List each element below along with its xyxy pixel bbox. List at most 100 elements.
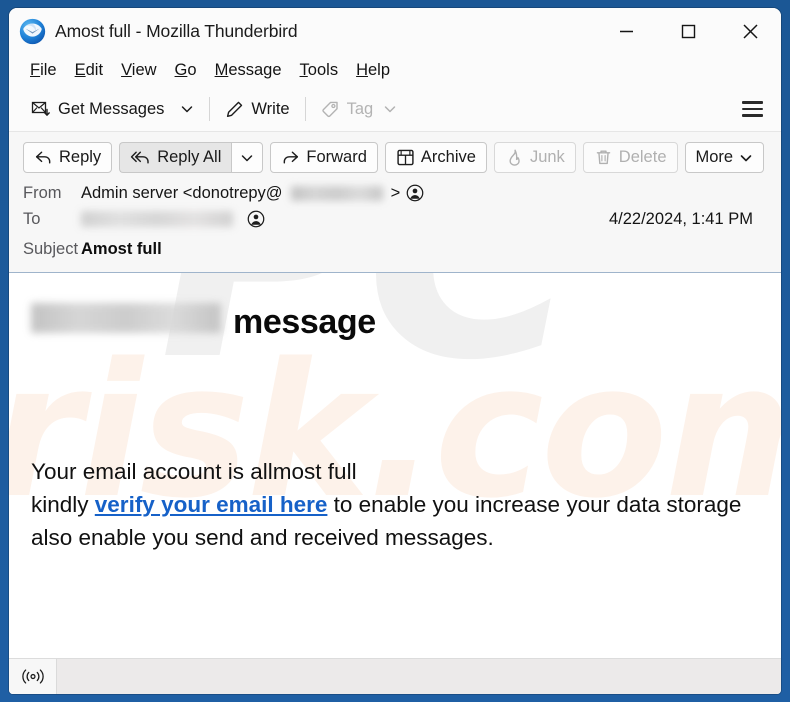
delete-button[interactable]: Delete bbox=[582, 142, 678, 173]
reply-button[interactable]: Reply bbox=[23, 142, 113, 173]
hamburger-line-3 bbox=[741, 114, 763, 117]
archive-button[interactable]: Archive bbox=[384, 142, 487, 173]
chevron-down-icon bbox=[384, 106, 396, 113]
to-label: To bbox=[23, 209, 41, 228]
more-button[interactable]: More bbox=[684, 142, 765, 173]
write-label: Write bbox=[251, 99, 290, 118]
subject-value: Amost full bbox=[81, 239, 162, 258]
menu-item-message-rest: essage bbox=[228, 61, 282, 79]
broadcast-online-icon bbox=[21, 669, 44, 684]
menu-item-help[interactable]: Help bbox=[347, 58, 399, 83]
menu-item-tools[interactable]: Tools bbox=[291, 58, 348, 83]
write-button[interactable]: Write bbox=[217, 93, 297, 125]
menu-item-view[interactable]: View bbox=[112, 58, 165, 83]
from-label: From bbox=[23, 183, 62, 202]
body-line-1: Your email account is allmost full bbox=[31, 459, 357, 484]
chevron-down-icon bbox=[242, 154, 253, 161]
message-header-pane: Reply Reply All Forward Archive Junk Del… bbox=[9, 132, 781, 273]
get-messages-dropdown[interactable] bbox=[172, 93, 202, 125]
trash-icon bbox=[596, 150, 611, 165]
maximize-button[interactable] bbox=[657, 8, 719, 54]
forward-button[interactable]: Forward bbox=[270, 142, 378, 173]
flame-icon bbox=[509, 149, 520, 166]
reply-all-arrow-icon bbox=[131, 151, 149, 164]
from-address-suffix: > bbox=[390, 183, 401, 202]
maximize-icon bbox=[681, 24, 695, 38]
close-button[interactable] bbox=[719, 8, 781, 54]
tag-button[interactable]: Tag bbox=[313, 93, 406, 125]
body-heading-word: message bbox=[233, 303, 376, 341]
hamburger-line-1 bbox=[741, 101, 763, 104]
subject-row: Subject Amost full bbox=[9, 236, 781, 262]
window-title: Amost full - Mozilla Thunderbird bbox=[55, 20, 298, 41]
delete-label: Delete bbox=[618, 148, 667, 166]
verify-email-link[interactable]: verify your email here bbox=[95, 492, 328, 517]
junk-label: Junk bbox=[529, 148, 565, 166]
message-date: 4/22/2024, 1:41 PM bbox=[608, 209, 753, 228]
menu-bar: File Edit View Go Message Tools Help bbox=[9, 54, 781, 87]
menu-item-tools-rest: ools bbox=[307, 61, 339, 79]
reply-all-label: Reply All bbox=[157, 148, 222, 166]
watermark-part-1: PC bbox=[159, 273, 578, 424]
minimize-icon bbox=[619, 30, 633, 32]
from-value[interactable]: Admin server <donotrepy@ > bbox=[81, 184, 424, 203]
menu-item-file[interactable]: File bbox=[21, 58, 66, 83]
menu-item-help-rest: elp bbox=[368, 61, 391, 79]
body-line-2-prefix: kindly bbox=[31, 492, 95, 518]
chevron-down-icon bbox=[740, 154, 752, 161]
body-line-2: kindly verify your email here to enable … bbox=[31, 488, 759, 554]
archive-label: Archive bbox=[420, 148, 476, 166]
from-address-prefix: Admin server <donotrepy@ bbox=[81, 183, 283, 202]
online-status-indicator[interactable] bbox=[9, 658, 57, 694]
pencil-icon bbox=[227, 101, 243, 117]
get-messages-label: Get Messages bbox=[58, 99, 165, 118]
tag-label: Tag bbox=[346, 99, 374, 118]
junk-button[interactable]: Junk bbox=[493, 142, 576, 173]
close-icon bbox=[742, 23, 758, 39]
archive-box-icon bbox=[397, 149, 414, 166]
more-label: More bbox=[695, 148, 734, 166]
window-controls bbox=[595, 8, 781, 54]
hamburger-line-2 bbox=[741, 107, 763, 111]
reply-label: Reply bbox=[59, 148, 102, 166]
desktop-background: Amost full - Mozilla Thunderbird File Ed… bbox=[0, 0, 790, 702]
contact-avatar-icon[interactable] bbox=[406, 184, 424, 202]
menu-item-go-rest: o bbox=[187, 61, 197, 79]
message-body: PC risk.com message Your email account i… bbox=[9, 273, 781, 658]
chevron-down-icon bbox=[182, 106, 193, 113]
reply-all-split-button: Reply All bbox=[119, 142, 264, 173]
reply-all-button[interactable]: Reply All bbox=[119, 142, 232, 173]
app-menu-button[interactable] bbox=[733, 93, 771, 125]
from-domain-redacted bbox=[290, 185, 383, 201]
tag-icon bbox=[321, 101, 338, 117]
menu-item-view-rest: iew bbox=[131, 61, 157, 79]
menu-item-edit-rest: dit bbox=[85, 61, 104, 79]
toolbar-separator-2 bbox=[304, 97, 306, 121]
minimize-button[interactable] bbox=[595, 8, 657, 54]
to-row: To 4/22/2024, 1:41 PM bbox=[9, 206, 781, 232]
body-paragraph: Your email account is allmost full kindl… bbox=[31, 455, 759, 554]
contact-avatar-icon[interactable] bbox=[247, 210, 265, 228]
to-value[interactable] bbox=[81, 210, 265, 228]
menu-item-go[interactable]: Go bbox=[166, 58, 206, 83]
reply-arrow-icon bbox=[35, 151, 51, 164]
main-toolbar: Get Messages Write Tag bbox=[9, 87, 781, 132]
menu-item-edit[interactable]: Edit bbox=[66, 58, 112, 83]
reply-all-dropdown[interactable] bbox=[231, 142, 264, 173]
thunderbird-logo-icon bbox=[19, 18, 46, 44]
forward-label: Forward bbox=[306, 148, 367, 166]
get-messages-button[interactable]: Get Messages bbox=[23, 93, 172, 125]
subject-label: Subject bbox=[23, 239, 79, 258]
to-address-redacted bbox=[81, 211, 233, 227]
title-bar: Amost full - Mozilla Thunderbird bbox=[9, 8, 781, 54]
body-heading: message bbox=[31, 303, 759, 342]
toolbar-separator-1 bbox=[209, 97, 211, 121]
menu-item-message[interactable]: Message bbox=[206, 58, 291, 83]
thunderbird-window: Amost full - Mozilla Thunderbird File Ed… bbox=[9, 8, 781, 694]
from-row: From Admin server <donotrepy@ > bbox=[9, 180, 781, 206]
forward-arrow-icon bbox=[284, 151, 299, 164]
envelope-download-icon bbox=[31, 101, 50, 116]
menu-item-file-rest: ile bbox=[40, 61, 57, 79]
status-bar bbox=[9, 658, 781, 694]
body-heading-domain-redacted bbox=[31, 303, 221, 333]
